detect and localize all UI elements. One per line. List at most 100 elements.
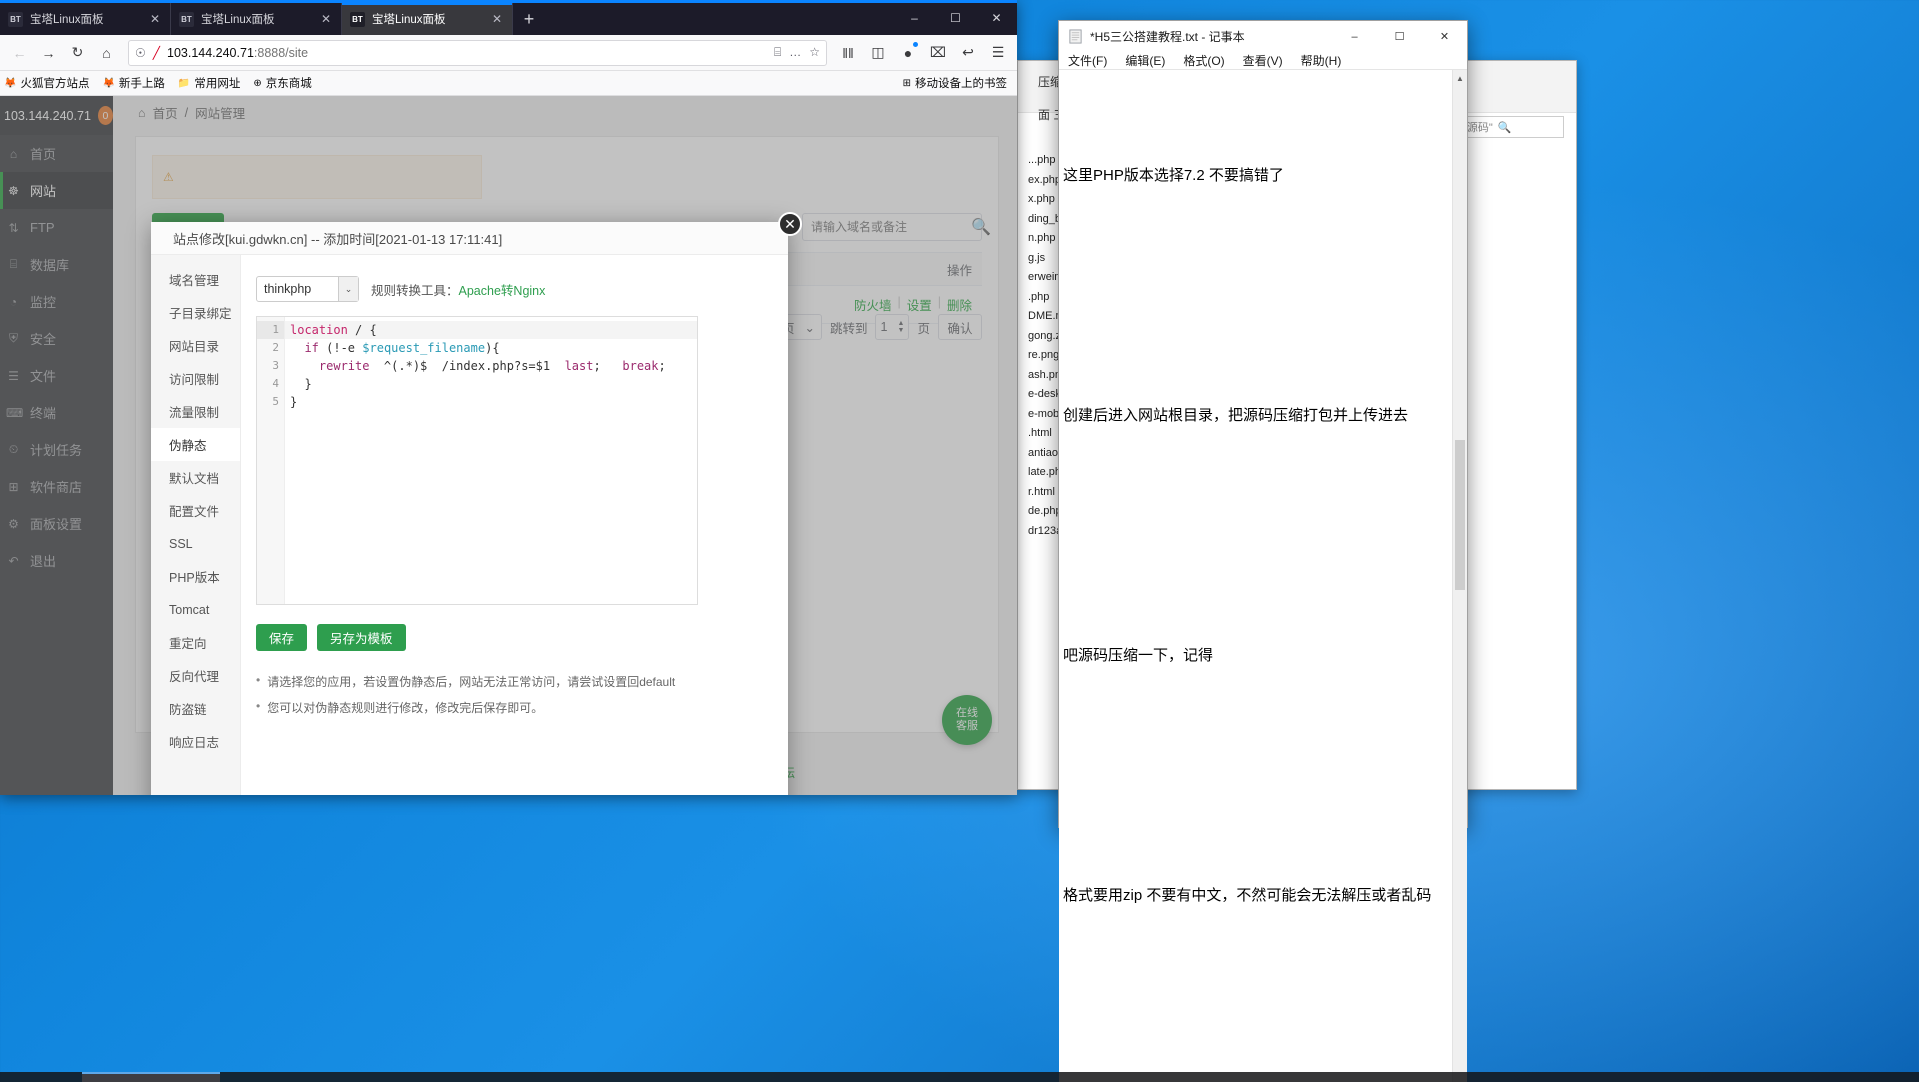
sidebar-icon[interactable]: ◫ bbox=[865, 39, 891, 66]
menu-help[interactable]: 帮助(H) bbox=[1301, 52, 1342, 69]
undo-icon[interactable]: ↩ bbox=[955, 39, 981, 66]
close-icon[interactable]: ✕ bbox=[319, 12, 333, 26]
notepad-menubar[interactable]: 文件(F) 编辑(E) 格式(O) 查看(V) 帮助(H) bbox=[1059, 52, 1467, 70]
modal-menu-tomcat[interactable]: Tomcat bbox=[151, 593, 240, 626]
code-line[interactable]: location / { bbox=[285, 321, 697, 339]
menu-format[interactable]: 格式(O) bbox=[1183, 52, 1224, 69]
tip-item: 您可以对伪静态规则进行修改，修改完后保存即可。 bbox=[256, 699, 768, 716]
modal-sidebar-menu[interactable]: 域名管理 子目录绑定 网站目录 访问限制 流量限制 伪静态 默认文档 配置文件 … bbox=[151, 255, 241, 795]
save-as-template-button[interactable]: 另存为模板 bbox=[317, 624, 406, 651]
modal-menu-redirect[interactable]: 重定向 bbox=[151, 626, 240, 659]
close-icon[interactable]: ✕ bbox=[778, 212, 802, 236]
scrollbar-thumb[interactable] bbox=[1455, 440, 1465, 590]
app-menu-icon[interactable]: ☰ bbox=[985, 39, 1011, 66]
menu-view[interactable]: 查看(V) bbox=[1243, 52, 1283, 69]
save-button[interactable]: 保存 bbox=[256, 624, 308, 651]
globe-icon: ⊕ bbox=[253, 77, 262, 89]
modal-button-row[interactable]: 保存 另存为模板 bbox=[256, 624, 768, 651]
modal-menu-subdir-bind[interactable]: 子目录绑定 bbox=[151, 296, 240, 329]
taskbar[interactable] bbox=[0, 1072, 1919, 1082]
modal-menu-rewrite[interactable]: 伪静态 bbox=[151, 428, 240, 461]
bookmark-star-icon[interactable]: ☆ bbox=[809, 45, 820, 60]
modal-menu-hotlink-protect[interactable]: 防盗链 bbox=[151, 692, 240, 725]
maximize-button[interactable]: ☐ bbox=[935, 0, 976, 35]
converter-row: 规则转换工具：Apache转Nginx bbox=[371, 280, 545, 299]
close-icon[interactable]: ✕ bbox=[490, 12, 504, 26]
bookmark-folder-common-sites[interactable]: 📁 常用网址 bbox=[178, 75, 240, 91]
rule-toolbar[interactable]: thinkphp ⌄ 规则转换工具：Apache转Nginx bbox=[256, 276, 768, 302]
browser-toolbar-right[interactable]: ‖‖ ◫ ● ⌧ ↩ ☰ bbox=[835, 39, 1011, 66]
screenshot-icon[interactable]: ⌧ bbox=[925, 39, 951, 66]
code-gutter: 1 2 3 4 5 bbox=[257, 317, 285, 604]
modal-menu-php-version[interactable]: PHP版本 bbox=[151, 560, 240, 593]
notepad-window-controls[interactable]: – ☐ ✕ bbox=[1332, 21, 1467, 52]
code-line[interactable]: } bbox=[285, 393, 697, 411]
modal-menu-config-file[interactable]: 配置文件 bbox=[151, 494, 240, 527]
modal-main-panel[interactable]: thinkphp ⌄ 规则转换工具：Apache转Nginx 1 2 3 4 5… bbox=[241, 255, 788, 795]
taskbar-active-item[interactable] bbox=[82, 1072, 220, 1082]
browser-tabbar[interactable]: BT 宝塔Linux面板 ✕ BT 宝塔Linux面板 ✕ BT 宝塔Linux… bbox=[0, 0, 1017, 35]
home-icon[interactable]: ⌂ bbox=[93, 39, 120, 66]
code-line[interactable]: } bbox=[285, 375, 697, 393]
bookmark-item-getting-started[interactable]: 🦊 新手上路 bbox=[102, 75, 164, 91]
back-icon[interactable]: ← bbox=[6, 39, 33, 66]
browser-window[interactable]: BT 宝塔Linux面板 ✕ BT 宝塔Linux面板 ✕ BT 宝塔Linux… bbox=[0, 0, 1017, 795]
bookmark-label: 京东商城 bbox=[265, 78, 312, 90]
notepad-text-area[interactable]: 这里PHP版本选择7.2 不要搞错了 创建后进入网站根目录，把源码压缩打包并上传… bbox=[1059, 70, 1452, 1082]
bt-panel-page[interactable]: 103.144.240.71 0 ⌂ 首页 ☸ 网站 ⇅ FTP ⌸ 数据库 ◔… bbox=[0, 96, 1017, 795]
modal-menu-ssl[interactable]: SSL bbox=[151, 527, 240, 560]
browser-tab-1[interactable]: BT 宝塔Linux面板 ✕ bbox=[0, 3, 171, 35]
minimize-button[interactable]: – bbox=[1332, 21, 1377, 52]
library-icon[interactable]: ‖‖ bbox=[835, 39, 861, 66]
rewrite-code-editor[interactable]: 1 2 3 4 5 location / { if (!-e $request_… bbox=[256, 316, 698, 605]
menu-file[interactable]: 文件(F) bbox=[1068, 52, 1107, 69]
modal-body[interactable]: 域名管理 子目录绑定 网站目录 访问限制 流量限制 伪静态 默认文档 配置文件 … bbox=[151, 255, 788, 795]
bookmarks-bar[interactable]: 🦊 火狐官方站点 🦊 新手上路 📁 常用网址 ⊕ 京东商城 ⊞ 移动设备上的书签 bbox=[0, 71, 1017, 96]
browser-tab-3-active[interactable]: BT 宝塔Linux面板 ✕ bbox=[342, 3, 513, 35]
notepad-scrollbar[interactable]: ▲ ▼ bbox=[1452, 70, 1467, 1082]
code-line[interactable]: if (!-e $request_filename){ bbox=[285, 339, 697, 357]
lock-broken-icon[interactable]: ╱ bbox=[153, 46, 160, 60]
close-button[interactable]: ✕ bbox=[1422, 21, 1467, 52]
url-text[interactable]: 103.144.240.71:8888/site bbox=[167, 46, 767, 60]
rewrite-template-select[interactable]: thinkphp ⌄ bbox=[256, 276, 359, 302]
modal-menu-access-limit[interactable]: 访问限制 bbox=[151, 362, 240, 395]
page-actions-icon[interactable]: … bbox=[789, 45, 801, 60]
site-edit-modal[interactable]: ✕ 站点修改[kui.gdwkn.cn] -- 添加时间[2021-01-13 … bbox=[151, 212, 802, 795]
code-lines[interactable]: location / { if (!-e $request_filename){… bbox=[285, 317, 697, 604]
code-line[interactable]: rewrite ^(.*)$ /index.php?s=$1 last; bre… bbox=[285, 357, 697, 375]
close-button[interactable]: ✕ bbox=[976, 0, 1017, 35]
notepad-body[interactable]: 这里PHP版本选择7.2 不要搞错了 创建后进入网站根目录，把源码压缩打包并上传… bbox=[1059, 70, 1467, 1082]
new-tab-button[interactable]: + bbox=[513, 3, 545, 35]
maximize-button[interactable]: ☐ bbox=[1377, 21, 1422, 52]
modal-menu-response-log[interactable]: 响应日志 bbox=[151, 725, 240, 758]
url-bar[interactable]: ☉ ╱ 103.144.240.71:8888/site ⌸ … ☆ bbox=[128, 39, 827, 66]
tab-favicon-icon: BT bbox=[8, 11, 23, 27]
scroll-up-icon[interactable]: ▲ bbox=[1453, 70, 1467, 87]
close-icon[interactable]: ✕ bbox=[148, 12, 162, 26]
modal-menu-traffic-limit[interactable]: 流量限制 bbox=[151, 395, 240, 428]
bookmark-item-firefox[interactable]: 🦊 火狐官方站点 bbox=[4, 75, 89, 91]
modal-menu-domain[interactable]: 域名管理 bbox=[151, 263, 240, 296]
modal-menu-site-dir[interactable]: 网站目录 bbox=[151, 329, 240, 362]
notepad-window[interactable]: *H5三公搭建教程.txt - 记事本 – ☐ ✕ 文件(F) 编辑(E) 格式… bbox=[1058, 20, 1468, 1082]
reader-mode-icon[interactable]: ⌸ bbox=[774, 45, 781, 60]
menu-edit[interactable]: 编辑(E) bbox=[1125, 52, 1165, 69]
browser-window-controls[interactable]: – ☐ ✕ bbox=[894, 0, 1017, 35]
account-icon[interactable]: ● bbox=[895, 39, 921, 66]
line-number: 3 bbox=[272, 359, 279, 372]
browser-navbar[interactable]: ← → ↻ ⌂ ☉ ╱ 103.144.240.71:8888/site ⌸ …… bbox=[0, 35, 1017, 71]
reload-icon[interactable]: ↻ bbox=[64, 39, 91, 66]
modal-menu-default-doc[interactable]: 默认文档 bbox=[151, 461, 240, 494]
bookmark-folder-mobile[interactable]: ⊞ 移动设备上的书签 bbox=[903, 75, 1013, 91]
forward-icon[interactable]: → bbox=[35, 39, 62, 66]
notepad-titlebar[interactable]: *H5三公搭建教程.txt - 记事本 – ☐ ✕ bbox=[1059, 21, 1467, 52]
minimize-button[interactable]: – bbox=[894, 0, 935, 35]
tip-text: 请选择您的应用，若设置伪静态后，网站无法正常访问，请尝试设置回default bbox=[267, 675, 676, 689]
bookmark-item-jd[interactable]: ⊕ 京东商城 bbox=[253, 75, 311, 91]
notepad-icon bbox=[1069, 29, 1082, 44]
modal-menu-reverse-proxy[interactable]: 反向代理 bbox=[151, 659, 240, 692]
apache-to-nginx-link[interactable]: Apache转Nginx bbox=[459, 284, 546, 298]
shield-icon[interactable]: ☉ bbox=[135, 46, 146, 60]
browser-tab-2[interactable]: BT 宝塔Linux面板 ✕ bbox=[171, 3, 342, 35]
